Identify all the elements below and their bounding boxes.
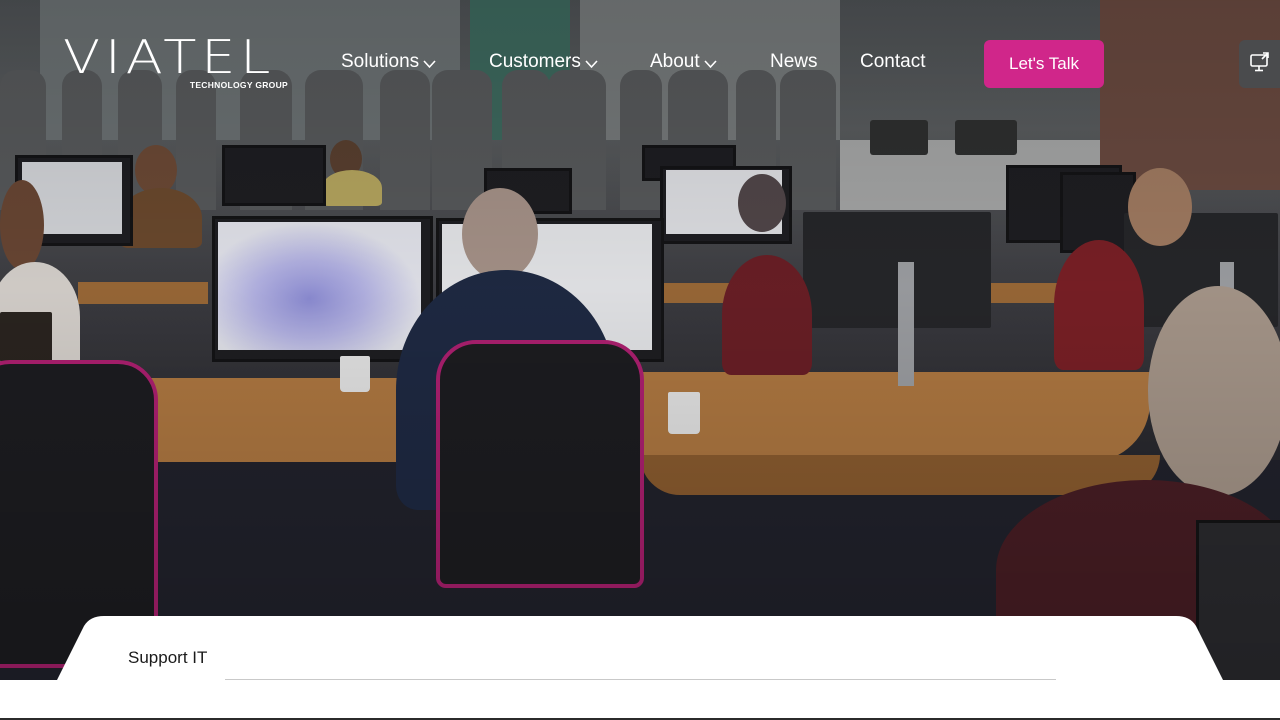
nav-label: Solutions — [341, 51, 420, 72]
monitor-share-icon — [1249, 51, 1271, 77]
viatel-logo[interactable]: VIATEL TECHNOLOGY GROUP — [63, 32, 289, 92]
nav-item-contact[interactable]: Contact — [860, 48, 925, 76]
nav-item-customers[interactable]: Customers — [489, 48, 598, 76]
hero-image — [0, 0, 1280, 718]
nav-label: About — [650, 51, 700, 72]
tab-divider — [225, 679, 1056, 680]
nav-label: Customers — [489, 51, 581, 72]
chevron-down-icon — [423, 59, 436, 69]
chevron-down-icon — [585, 59, 598, 69]
tab-panel — [0, 616, 1280, 720]
screen-share-button[interactable] — [1239, 40, 1280, 88]
nav-item-news[interactable]: News — [770, 48, 818, 76]
nav-label: Contact — [860, 51, 926, 72]
nav-item-about[interactable]: About — [650, 48, 717, 76]
tab-support-it[interactable]: Support IT — [128, 648, 207, 668]
nav-item-solutions[interactable]: Solutions — [341, 48, 436, 76]
chevron-down-icon — [704, 59, 717, 69]
lets-talk-button[interactable]: Let's Talk — [984, 40, 1104, 88]
nav-label: News — [770, 51, 818, 72]
logo-wordmark: VIATEL — [63, 30, 276, 84]
logo-tagline: TECHNOLOGY GROUP — [189, 80, 288, 90]
